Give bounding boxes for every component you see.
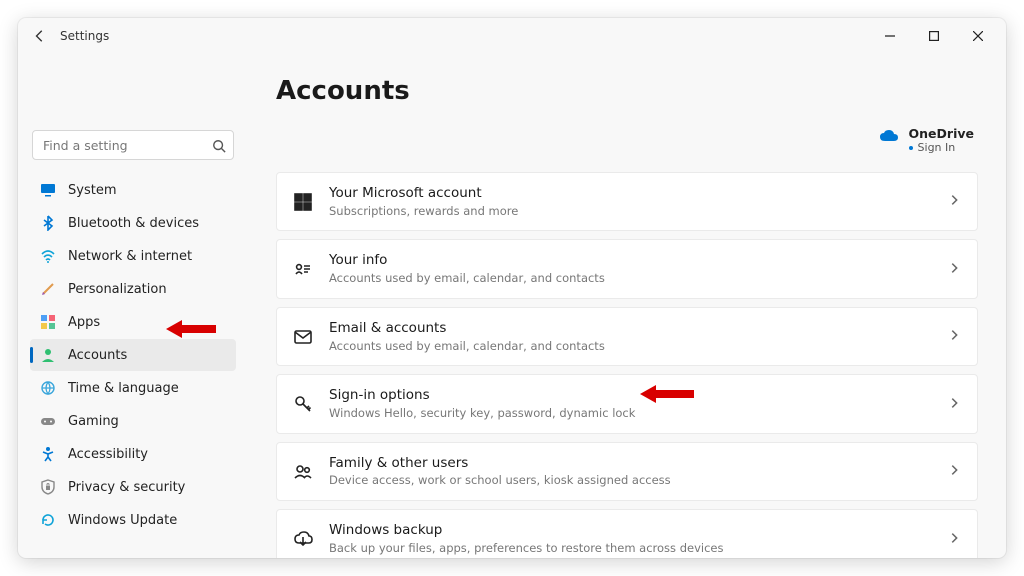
chevron-right-icon [947, 530, 961, 549]
bluetooth-icon [40, 215, 56, 231]
card-subtitle: Back up your files, apps, preferences to… [329, 541, 723, 556]
card-family-other-users[interactable]: Family & other users Device access, work… [276, 442, 978, 501]
sidebar-item-windows-update[interactable]: Windows Update [30, 504, 236, 536]
card-title: Email & accounts [329, 320, 605, 338]
chevron-right-icon [947, 327, 961, 346]
card-your-info[interactable]: Your info Accounts used by email, calend… [276, 239, 978, 298]
sidebar-item-gaming[interactable]: Gaming [30, 405, 236, 437]
shield-icon [40, 479, 56, 495]
main-content: Accounts OneDrive Sign In [248, 54, 1006, 558]
card-list: Your Microsoft account Subscriptions, re… [276, 172, 978, 558]
sidebar-item-label: Bluetooth & devices [68, 216, 199, 231]
cloud-icon [879, 128, 899, 148]
titlebar: Settings [18, 18, 1006, 54]
app-title: Settings [60, 29, 109, 43]
card-title: Family & other users [329, 455, 671, 473]
chevron-right-icon [947, 260, 961, 279]
settings-window: Settings [18, 18, 1006, 558]
search-wrap [32, 130, 234, 160]
card-title: Sign-in options [329, 387, 635, 405]
apps-icon [40, 314, 56, 330]
sidebar-item-label: Accounts [68, 348, 127, 363]
sidebar-item-apps[interactable]: Apps [30, 306, 236, 338]
sidebar-item-label: Apps [68, 315, 100, 330]
system-icon [40, 182, 56, 198]
sidebar-item-system[interactable]: System [30, 174, 236, 206]
gaming-icon [40, 413, 56, 429]
brush-icon [40, 281, 56, 297]
card-body: Email & accounts Accounts used by email,… [329, 320, 605, 353]
sidebar-item-accessibility[interactable]: Accessibility [30, 438, 236, 470]
id-card-icon [293, 259, 313, 279]
microsoft-logo-icon [293, 192, 313, 212]
card-body: Sign-in options Windows Hello, security … [329, 387, 635, 420]
sidebar: System Bluetooth & devices Network & int… [18, 54, 248, 558]
sidebar-item-label: Gaming [68, 414, 119, 429]
sidebar-item-network[interactable]: Network & internet [30, 240, 236, 272]
card-microsoft-account[interactable]: Your Microsoft account Subscriptions, re… [276, 172, 978, 231]
card-subtitle: Accounts used by email, calendar, and co… [329, 271, 605, 286]
chevron-right-icon [947, 462, 961, 481]
sidebar-item-label: Time & language [68, 381, 179, 396]
sidebar-item-accounts[interactable]: Accounts [30, 339, 236, 371]
sidebar-item-time-language[interactable]: Time & language [30, 372, 236, 404]
back-button[interactable] [24, 20, 56, 52]
card-body: Family & other users Device access, work… [329, 455, 671, 488]
card-subtitle: Subscriptions, rewards and more [329, 204, 518, 219]
mail-icon [293, 327, 313, 347]
maximize-button[interactable] [912, 20, 956, 52]
card-title: Your info [329, 252, 605, 270]
onedrive-status: Sign In [909, 141, 974, 154]
sidebar-item-label: Privacy & security [68, 480, 185, 495]
sidebar-item-label: Accessibility [68, 447, 148, 462]
sidebar-item-label: Network & internet [68, 249, 192, 264]
search-input[interactable] [32, 130, 234, 160]
card-sign-in-options[interactable]: Sign-in options Windows Hello, security … [276, 374, 978, 433]
backup-icon [293, 529, 313, 549]
card-title: Your Microsoft account [329, 185, 518, 203]
sidebar-item-personalization[interactable]: Personalization [30, 273, 236, 305]
minimize-button[interactable] [868, 20, 912, 52]
nav-list: System Bluetooth & devices Network & int… [28, 174, 238, 536]
onedrive-text: OneDrive Sign In [909, 126, 974, 154]
card-subtitle: Windows Hello, security key, password, d… [329, 406, 635, 421]
page-title: Accounts [276, 76, 978, 106]
search-icon [212, 138, 226, 152]
card-title: Windows backup [329, 522, 723, 540]
card-body: Your info Accounts used by email, calend… [329, 252, 605, 285]
people-icon [293, 462, 313, 482]
window-controls [868, 20, 1000, 52]
body-area: System Bluetooth & devices Network & int… [18, 54, 1006, 558]
sidebar-item-label: Personalization [68, 282, 167, 297]
chevron-right-icon [947, 192, 961, 211]
person-icon [40, 347, 56, 363]
card-body: Windows backup Back up your files, apps,… [329, 522, 723, 555]
accessibility-icon [40, 446, 56, 462]
globe-icon [40, 380, 56, 396]
card-windows-backup[interactable]: Windows backup Back up your files, apps,… [276, 509, 978, 558]
card-subtitle: Device access, work or school users, kio… [329, 473, 671, 488]
onedrive-row: OneDrive Sign In [276, 122, 978, 158]
close-button[interactable] [956, 20, 1000, 52]
sidebar-item-label: Windows Update [68, 513, 177, 528]
key-icon [293, 394, 313, 414]
sidebar-item-bluetooth[interactable]: Bluetooth & devices [30, 207, 236, 239]
update-icon [40, 512, 56, 528]
sidebar-item-privacy[interactable]: Privacy & security [30, 471, 236, 503]
onedrive-card[interactable]: OneDrive Sign In [875, 122, 978, 158]
onedrive-title: OneDrive [909, 126, 974, 141]
card-subtitle: Accounts used by email, calendar, and co… [329, 339, 605, 354]
chevron-right-icon [947, 395, 961, 414]
wifi-icon [40, 248, 56, 264]
card-body: Your Microsoft account Subscriptions, re… [329, 185, 518, 218]
sidebar-item-label: System [68, 183, 116, 198]
card-email-accounts[interactable]: Email & accounts Accounts used by email,… [276, 307, 978, 366]
